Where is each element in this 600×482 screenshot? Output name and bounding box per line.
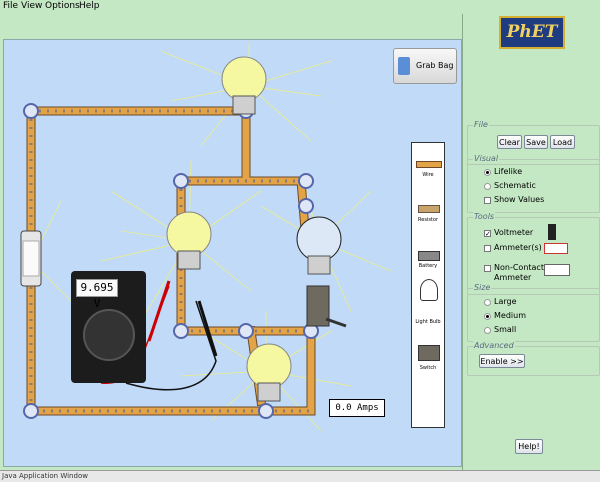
large-radio[interactable] bbox=[484, 299, 491, 306]
wire-icon[interactable] bbox=[416, 161, 442, 168]
switch[interactable] bbox=[306, 285, 347, 328]
visual-group-title: Visual bbox=[473, 154, 500, 163]
advanced-group: Advanced Enable >> bbox=[467, 341, 600, 376]
voltmeter-label: Voltmeter bbox=[494, 228, 534, 237]
menu-file[interactable]: File bbox=[3, 1, 18, 11]
non-contact-label-2: Ammeter bbox=[494, 273, 532, 282]
ammeter[interactable]: 0.0 Amps bbox=[329, 399, 385, 417]
show-values-checkbox[interactable] bbox=[484, 197, 491, 204]
menu-bar: File View Options Help bbox=[0, 0, 600, 14]
visual-group: Visual Lifelike Schematic Show Values bbox=[467, 154, 600, 213]
show-values-label: Show Values bbox=[494, 195, 545, 204]
control-panel: PhET File Clear Save Load Visual Lifelik… bbox=[462, 14, 600, 470]
tools-group-title: Tools bbox=[473, 212, 496, 221]
light-bulb[interactable] bbox=[221, 56, 267, 115]
bag-icon bbox=[398, 57, 410, 75]
voltmeter-checkbox[interactable]: ✓ bbox=[484, 230, 491, 238]
small-label: Small bbox=[494, 325, 517, 334]
grab-bag-label: Grab Bag bbox=[416, 61, 454, 70]
ammeters-checkbox[interactable] bbox=[484, 245, 491, 252]
switch-icon[interactable] bbox=[418, 345, 440, 361]
circuit-drawing bbox=[20, 43, 392, 432]
toolbox: Wire Resistor Battery Light Bulb Switch bbox=[411, 142, 445, 428]
schematic-label: Schematic bbox=[494, 181, 536, 190]
light-bulb[interactable] bbox=[246, 343, 292, 402]
save-button[interactable]: Save bbox=[524, 135, 548, 149]
battery-icon[interactable] bbox=[418, 251, 440, 261]
non-contact-label: Non-Contact bbox=[494, 263, 544, 272]
light-bulb[interactable] bbox=[296, 216, 342, 275]
grab-bag-button[interactable]: Grab Bag bbox=[393, 48, 457, 84]
non-contact-ammeter-icon bbox=[544, 264, 570, 276]
non-contact-ammeter-checkbox[interactable] bbox=[484, 265, 491, 272]
advanced-group-title: Advanced bbox=[473, 341, 515, 350]
light-bulb-icon[interactable] bbox=[420, 279, 438, 301]
ammeters-label: Ammeter(s) bbox=[494, 243, 542, 252]
help-button[interactable]: Help! bbox=[515, 439, 543, 454]
load-button[interactable]: Load bbox=[550, 135, 575, 149]
resistor-tool-label: Resistor bbox=[418, 217, 438, 223]
status-text: Java Application Window bbox=[2, 472, 88, 480]
light-bulb-tool-label: Light Bulb bbox=[415, 319, 441, 325]
size-group: Size Large Medium Small bbox=[467, 283, 600, 342]
voltmeter[interactable]: 9.695 V bbox=[71, 271, 146, 383]
medium-label: Medium bbox=[494, 311, 526, 320]
schematic-radio[interactable] bbox=[484, 183, 491, 190]
voltmeter-display: 9.695 V bbox=[76, 279, 118, 310]
file-group-title: File bbox=[473, 120, 489, 129]
lifelike-label: Lifelike bbox=[494, 167, 523, 176]
clear-button[interactable]: Clear bbox=[497, 135, 522, 149]
status-bar: Java Application Window bbox=[0, 470, 600, 482]
medium-radio[interactable] bbox=[484, 313, 491, 320]
battery[interactable] bbox=[20, 230, 42, 287]
size-group-title: Size bbox=[473, 283, 492, 292]
battery-tool-label: Battery bbox=[418, 263, 438, 269]
menu-options[interactable]: Options bbox=[45, 1, 80, 11]
circuit-canvas[interactable]: Grab Bag Wire Resistor Battery Light Bul… bbox=[3, 39, 462, 467]
resistor-icon[interactable] bbox=[418, 205, 440, 213]
large-label: Large bbox=[494, 297, 517, 306]
menu-help[interactable]: Help bbox=[79, 1, 100, 11]
dial-icon bbox=[83, 309, 135, 361]
small-radio[interactable] bbox=[484, 327, 491, 334]
ammeter-icon bbox=[544, 243, 568, 254]
enable-advanced-button[interactable]: Enable >> bbox=[479, 354, 525, 368]
voltmeter-icon bbox=[548, 224, 556, 240]
lifelike-radio[interactable] bbox=[484, 169, 491, 176]
wire-tool-label: Wire bbox=[422, 172, 434, 178]
switch-tool-label: Switch bbox=[419, 365, 437, 371]
phet-logo: PhET bbox=[499, 16, 565, 49]
menu-view[interactable]: View bbox=[21, 1, 42, 11]
light-bulb[interactable] bbox=[166, 211, 212, 270]
